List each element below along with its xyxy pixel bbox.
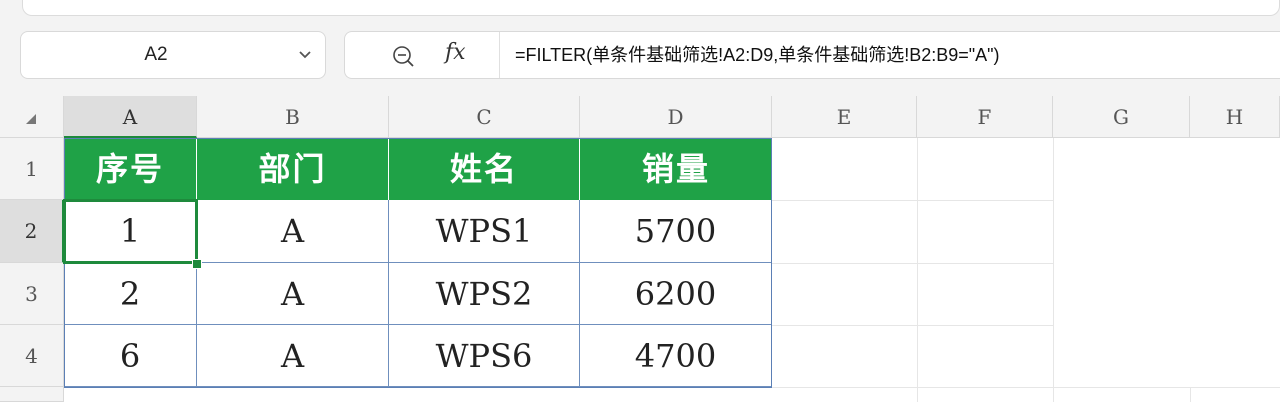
column-header-e[interactable]: E [772, 96, 917, 138]
table-header-cell[interactable]: 部门 [197, 138, 389, 200]
gridline [1190, 387, 1191, 402]
formula-bar: fx =FILTER(单条件基础筛选!A2:D9,单条件基础筛选!B2:B9="… [344, 31, 1280, 79]
select-all-icon [26, 114, 36, 124]
column-header-h[interactable]: H [1190, 96, 1280, 138]
gridline [917, 138, 918, 402]
fx-icon[interactable]: fx [445, 40, 466, 65]
table-header-cell[interactable]: 姓名 [389, 138, 580, 200]
table-cell[interactable]: A [197, 200, 389, 263]
table-cell[interactable]: WPS1 [389, 200, 580, 263]
column-header-f[interactable]: F [917, 96, 1053, 138]
row-header-1[interactable]: 1 [0, 138, 64, 200]
chevron-down-icon[interactable] [295, 44, 315, 64]
table-cell[interactable]: 1 [64, 200, 197, 263]
name-box-value[interactable]: A2 [21, 32, 291, 78]
table-cell[interactable]: 5700 [580, 200, 772, 263]
select-all-button[interactable] [0, 96, 64, 138]
table-cell[interactable]: 6200 [580, 263, 772, 325]
column-header-b[interactable]: B [197, 96, 389, 138]
table-cell[interactable]: 4700 [580, 325, 772, 387]
table-cell[interactable]: WPS2 [389, 263, 580, 325]
table-cell[interactable]: A [197, 263, 389, 325]
column-header-g[interactable]: G [1053, 96, 1190, 138]
gridline [772, 263, 1053, 264]
gridline [64, 387, 1280, 388]
table-cell[interactable]: 2 [64, 263, 197, 325]
name-box[interactable]: A2 [20, 31, 326, 79]
fill-handle[interactable] [192, 259, 202, 269]
gridline [772, 325, 1053, 326]
top-toolbar-edge [22, 0, 1280, 16]
row-header-3[interactable]: 3 [0, 263, 64, 325]
spreadsheet-grid: A B C D E F G H 1 2 3 4 序号 部门 姓名 销量 1 A … [0, 96, 1280, 402]
row-header-2[interactable]: 2 [0, 200, 64, 263]
table-header-cell[interactable]: 销量 [580, 138, 772, 200]
formula-bar-divider [499, 32, 500, 78]
gridline [772, 200, 1053, 201]
gridline [1053, 138, 1054, 402]
zoom-search-icon[interactable] [391, 44, 415, 68]
table-cell[interactable]: A [197, 325, 389, 387]
column-header-d[interactable]: D [580, 96, 772, 138]
table-cell[interactable]: WPS6 [389, 325, 580, 387]
column-header-c[interactable]: C [389, 96, 580, 138]
formula-input[interactable]: =FILTER(单条件基础筛选!A2:D9,单条件基础筛选!B2:B9="A") [515, 32, 1000, 78]
table-cell[interactable]: 6 [64, 325, 197, 387]
column-header-a[interactable]: A [64, 96, 197, 138]
table-header-cell[interactable]: 序号 [64, 138, 197, 200]
row-header-4[interactable]: 4 [0, 325, 64, 387]
row-header-5[interactable] [0, 387, 64, 402]
